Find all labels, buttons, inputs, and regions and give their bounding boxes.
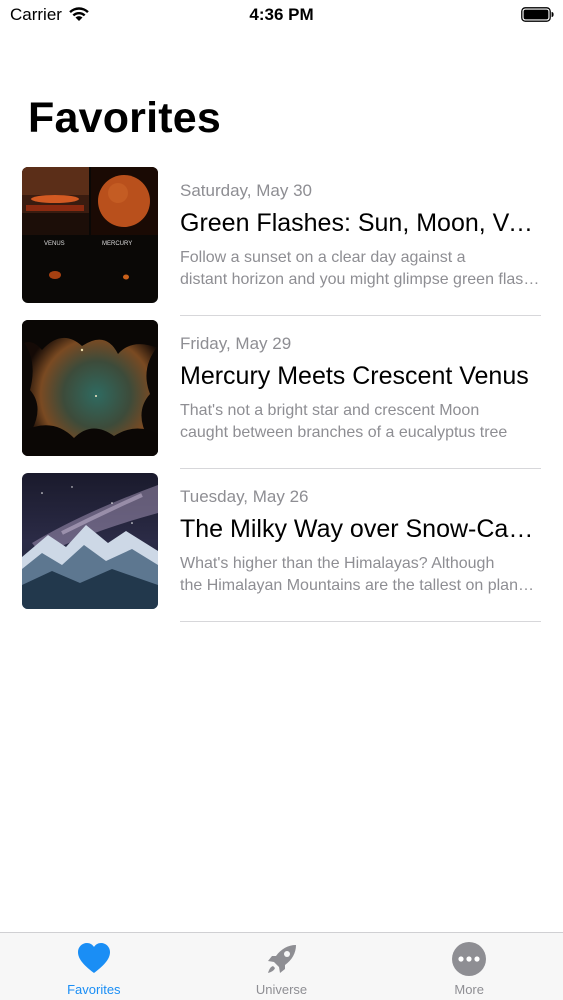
summary-line: Follow a sunset on a clear day against a — [180, 249, 466, 266]
article-summary: Follow a sunset on a clear day against a… — [180, 247, 542, 291]
favorites-list: VENUS MERCURY Saturday, May 30 Green Fla… — [0, 163, 563, 622]
summary-line: the Himalayan Mountains are the tallest … — [180, 577, 542, 594]
page-title: Favorites — [28, 94, 221, 142]
article-date: Tuesday, May 26 — [180, 487, 309, 506]
article-title: The Milky Way over Snow-Capped Himalayas — [180, 515, 542, 543]
article-thumbnail: VENUS MERCURY — [22, 167, 158, 303]
summary-line: distant horizon and you might glimpse gr… — [180, 271, 542, 288]
article-title: Green Flashes: Sun, Moon, Venus, Mercury — [180, 209, 542, 237]
article-thumbnail — [22, 473, 158, 609]
heart-icon — [77, 943, 110, 973]
summary-line: What's higher than the Himalayas? Althou… — [180, 555, 495, 572]
article-title: Mercury Meets Crescent Venus — [180, 362, 529, 390]
article-summary: What's higher than the Himalayas? Althou… — [180, 553, 542, 597]
more-icon — [452, 942, 487, 976]
list-item[interactable]: Tuesday, May 26 The Milky Way over Snow-… — [0, 469, 563, 622]
status-time: 4:36 PM — [249, 5, 314, 24]
tab-label: Universe — [255, 982, 308, 997]
summary-line: caught between branches of a eucalyptus … — [180, 424, 508, 441]
status-bar: Carrier 4:36 PM — [0, 0, 563, 30]
article-date: Friday, May 29 — [180, 334, 292, 353]
list-item[interactable]: Friday, May 29 Mercury Meets Crescent Ve… — [0, 316, 563, 469]
row-divider — [180, 621, 541, 622]
rocket-icon — [267, 945, 296, 973]
tab-favorites[interactable]: Favorites — [0, 933, 188, 1000]
list-item[interactable]: VENUS MERCURY Saturday, May 30 Green Fla… — [0, 163, 563, 316]
thumbnail-caption: VENUS — [44, 241, 65, 247]
tab-universe[interactable]: Universe — [188, 933, 376, 1000]
article-summary: That's not a bright star and crescent Mo… — [180, 400, 542, 444]
battery-icon — [521, 7, 554, 22]
article-date: Saturday, May 30 — [180, 181, 312, 200]
summary-line: That's not a bright star and crescent Mo… — [180, 402, 480, 419]
tab-label: Favorites — [67, 982, 121, 997]
tab-label: More — [454, 982, 484, 997]
article-thumbnail — [22, 320, 158, 456]
thumbnail-caption: MERCURY — [102, 241, 132, 247]
tab-bar: Favorites Universe More — [0, 932, 563, 1000]
tab-more[interactable]: More — [375, 933, 563, 1000]
